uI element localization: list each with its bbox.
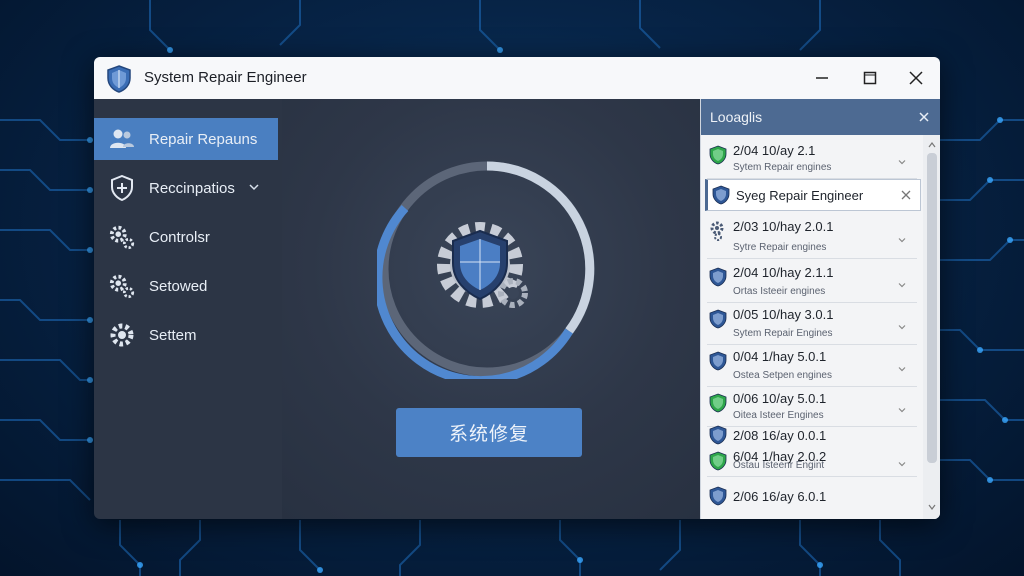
- scroll-thumb[interactable]: [927, 153, 937, 463]
- log-entry-subtitle: Ortas Isteeir engines: [733, 286, 826, 297]
- log-entry[interactable]: 2/06 16/ay 6.0.1: [701, 481, 923, 511]
- users-icon: [108, 125, 136, 153]
- sidebar-item-setowed[interactable]: Setowed: [94, 265, 278, 307]
- chevron-down-icon: [249, 184, 259, 191]
- log-panel-header: Looaglis: [701, 99, 940, 135]
- log-entry[interactable]: Syeg Repair Engineer: [705, 179, 921, 211]
- log-entry-title: 2/06 16/ay 6.0.1: [733, 488, 827, 504]
- log-entry[interactable]: 2/04 10/ay 2.1 Sytem Repair engines: [701, 141, 923, 177]
- app-window: System Repair Engineer Repair Repauns Re…: [94, 57, 940, 519]
- gear-icon: [108, 321, 136, 349]
- sidebar-item-label: Setowed: [149, 277, 208, 295]
- log-entry-subtitle: Sytem Repair engines: [733, 162, 832, 173]
- log-entry-subtitle: Oitea Isteer Engines: [733, 410, 824, 421]
- divider: [707, 386, 917, 387]
- log-list: 2/04 10/ay 2.1 Sytem Repair engines Syeg R…: [701, 135, 923, 519]
- log-entry-subtitle: Sytre Repair engines: [733, 242, 827, 253]
- sidebar: Repair Repauns Reccinpatios Controlsr Se…: [94, 99, 282, 519]
- divider: [707, 258, 917, 259]
- gears-icon: [108, 272, 136, 300]
- log-entry[interactable]: 2/08 16/ay 0.0.1: [701, 425, 923, 445]
- chevron-down-icon[interactable]: [897, 277, 907, 288]
- title-bar: System Repair Engineer: [94, 57, 940, 99]
- log-entry-title: 2/03 10/hay 2.0.1: [733, 219, 834, 234]
- green-shield-icon: [709, 393, 727, 413]
- blue-shield-icon: [709, 309, 727, 329]
- scrollbar[interactable]: [923, 135, 940, 519]
- chevron-down-icon[interactable]: [897, 456, 907, 467]
- blue-shield-icon: [712, 185, 730, 205]
- blue-shield-icon: [709, 267, 727, 287]
- scroll-down-icon[interactable]: [928, 503, 936, 511]
- blue-shield-icon: [709, 351, 727, 371]
- divider: [707, 476, 917, 477]
- maximize-icon: [863, 71, 877, 85]
- minimize-icon: [816, 77, 828, 79]
- log-panel-title: Looaglis: [710, 109, 763, 125]
- log-entry-title: 2/04 10/hay 2.1.1: [733, 265, 834, 280]
- log-panel: Looaglis 2/04 10/ay 2.1 Sytem Repair engi…: [700, 99, 940, 519]
- minimize-button[interactable]: [811, 67, 833, 89]
- log-entry-title: 0/05 10/hay 3.0.1: [733, 307, 834, 322]
- log-entry[interactable]: 0/05 10/hay 3.0.1 Sytem Repair Engines: [701, 305, 923, 343]
- log-entry[interactable]: 0/06 10/ay 5.0.1 Oitea Isteer Engines: [701, 389, 923, 425]
- close-icon[interactable]: [900, 188, 912, 200]
- scroll-up-icon[interactable]: [928, 141, 936, 149]
- log-entry[interactable]: 6/04 1/hay 2.0.2 Ostau Isteenr Engint: [701, 447, 923, 475]
- maximize-button[interactable]: [859, 67, 881, 89]
- shield-gear-icon: [437, 222, 528, 308]
- log-entry[interactable]: 2/03 10/hay 2.0.1 Sytre Repair engines: [701, 217, 923, 257]
- log-entry-title: 2/04 10/ay 2.1: [733, 143, 816, 158]
- chevron-down-icon[interactable]: [897, 402, 907, 413]
- window-title: System Repair Engineer: [144, 69, 307, 86]
- log-entry-title: Syeg Repair Engineer: [736, 187, 864, 203]
- log-entry-title: 0/04 1/hay 5.0.1: [733, 349, 827, 364]
- log-entry-title: 0/06 10/ay 5.0.1: [733, 391, 827, 406]
- system-repair-button[interactable]: 系统修复: [396, 408, 582, 457]
- divider: [707, 302, 917, 303]
- main-panel: 系统修复: [282, 99, 700, 519]
- close-icon: [909, 71, 923, 85]
- shield-plus-icon: [108, 174, 136, 202]
- close-button[interactable]: [905, 67, 927, 89]
- log-entry-subtitle: Sytem Repair Engines: [733, 328, 833, 339]
- log-entry-subtitle: Ostea Setpen engines: [733, 370, 832, 381]
- blue-shield-icon: [709, 486, 727, 506]
- sidebar-item-label: Settem: [149, 326, 197, 344]
- divider: [707, 344, 917, 345]
- blue-shield-icon: [709, 425, 727, 445]
- chevron-down-icon[interactable]: [897, 361, 907, 372]
- sidebar-item-repair[interactable]: Repair Repauns: [94, 118, 278, 160]
- gears-icon: [108, 223, 136, 251]
- log-entry-subtitle: Ostau Isteenr Engint: [733, 460, 825, 471]
- chevron-down-icon[interactable]: [897, 319, 907, 330]
- log-entry-title: 2/08 16/ay 0.0.1: [733, 427, 827, 443]
- gears-icon: [709, 221, 727, 241]
- sidebar-item-recommendations[interactable]: Reccinpatios: [94, 167, 278, 209]
- chevron-down-icon[interactable]: [897, 154, 907, 165]
- chevron-down-icon[interactable]: [897, 232, 907, 243]
- sidebar-item-controls[interactable]: Controlsr: [94, 216, 278, 258]
- green-shield-icon: [709, 145, 727, 165]
- sidebar-item-settem[interactable]: Settem: [94, 314, 278, 356]
- log-entry[interactable]: 0/04 1/hay 5.0.1 Ostea Setpen engines: [701, 347, 923, 385]
- sidebar-item-label: Repair Repauns: [149, 130, 258, 148]
- close-icon[interactable]: [916, 109, 932, 125]
- log-entry[interactable]: 2/04 10/hay 2.1.1 Ortas Isteeir engines: [701, 263, 923, 301]
- green-shield-icon: [709, 451, 727, 471]
- shield-icon: [107, 65, 131, 93]
- sidebar-item-label: Controlsr: [149, 228, 210, 246]
- sidebar-item-label: Reccinpatios: [149, 179, 235, 197]
- repair-progress-ring: [377, 161, 595, 379]
